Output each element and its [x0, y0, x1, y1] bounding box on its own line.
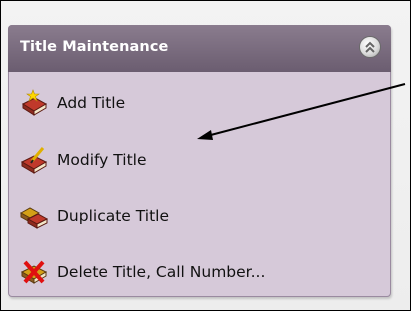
- delete-title-item[interactable]: Delete Title, Call Number...: [19, 256, 384, 288]
- panel-title: Title Maintenance: [20, 39, 169, 55]
- screenshot-frame: Title Maintenance Add Title Modify Title…: [0, 0, 411, 311]
- duplicate-title-label: Duplicate Title: [57, 207, 169, 225]
- book-delete-icon: [20, 260, 48, 284]
- modify-title-label: Modify Title: [57, 151, 147, 169]
- book-pencil-icon: [20, 147, 48, 174]
- delete-title-label: Delete Title, Call Number...: [57, 263, 266, 281]
- modify-title-item[interactable]: Modify Title: [19, 144, 384, 176]
- books-copy-icon: [19, 207, 49, 229]
- book-sparkle-icon: [21, 89, 48, 116]
- title-maintenance-panel: Title Maintenance Add Title Modify Title…: [8, 25, 391, 297]
- collapse-button[interactable]: [359, 36, 381, 58]
- add-title-label: Add Title: [57, 94, 126, 112]
- duplicate-title-item[interactable]: Duplicate Title: [19, 200, 384, 232]
- add-title-item[interactable]: Add Title: [19, 87, 384, 119]
- panel-header: Title Maintenance: [8, 25, 391, 72]
- double-chevron-up-icon: [365, 41, 375, 53]
